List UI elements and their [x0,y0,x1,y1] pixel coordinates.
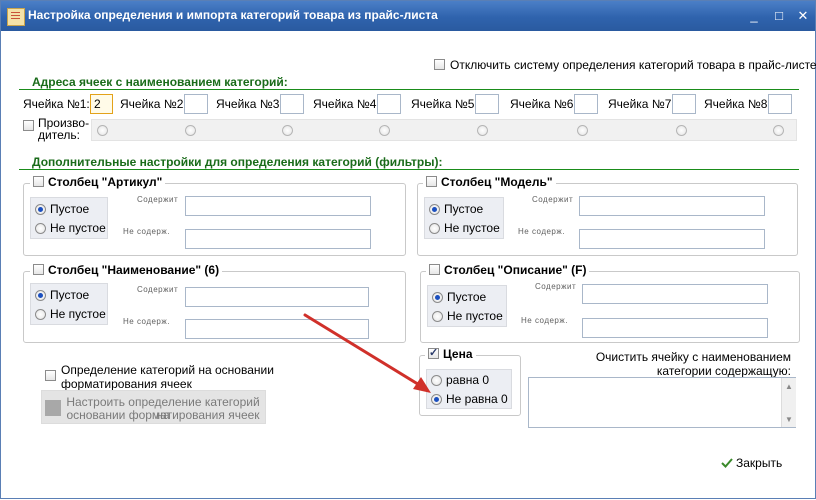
annotation-arrow-icon [303,313,431,393]
dialog-window: Настройка определения и импорта категори… [0,0,816,499]
